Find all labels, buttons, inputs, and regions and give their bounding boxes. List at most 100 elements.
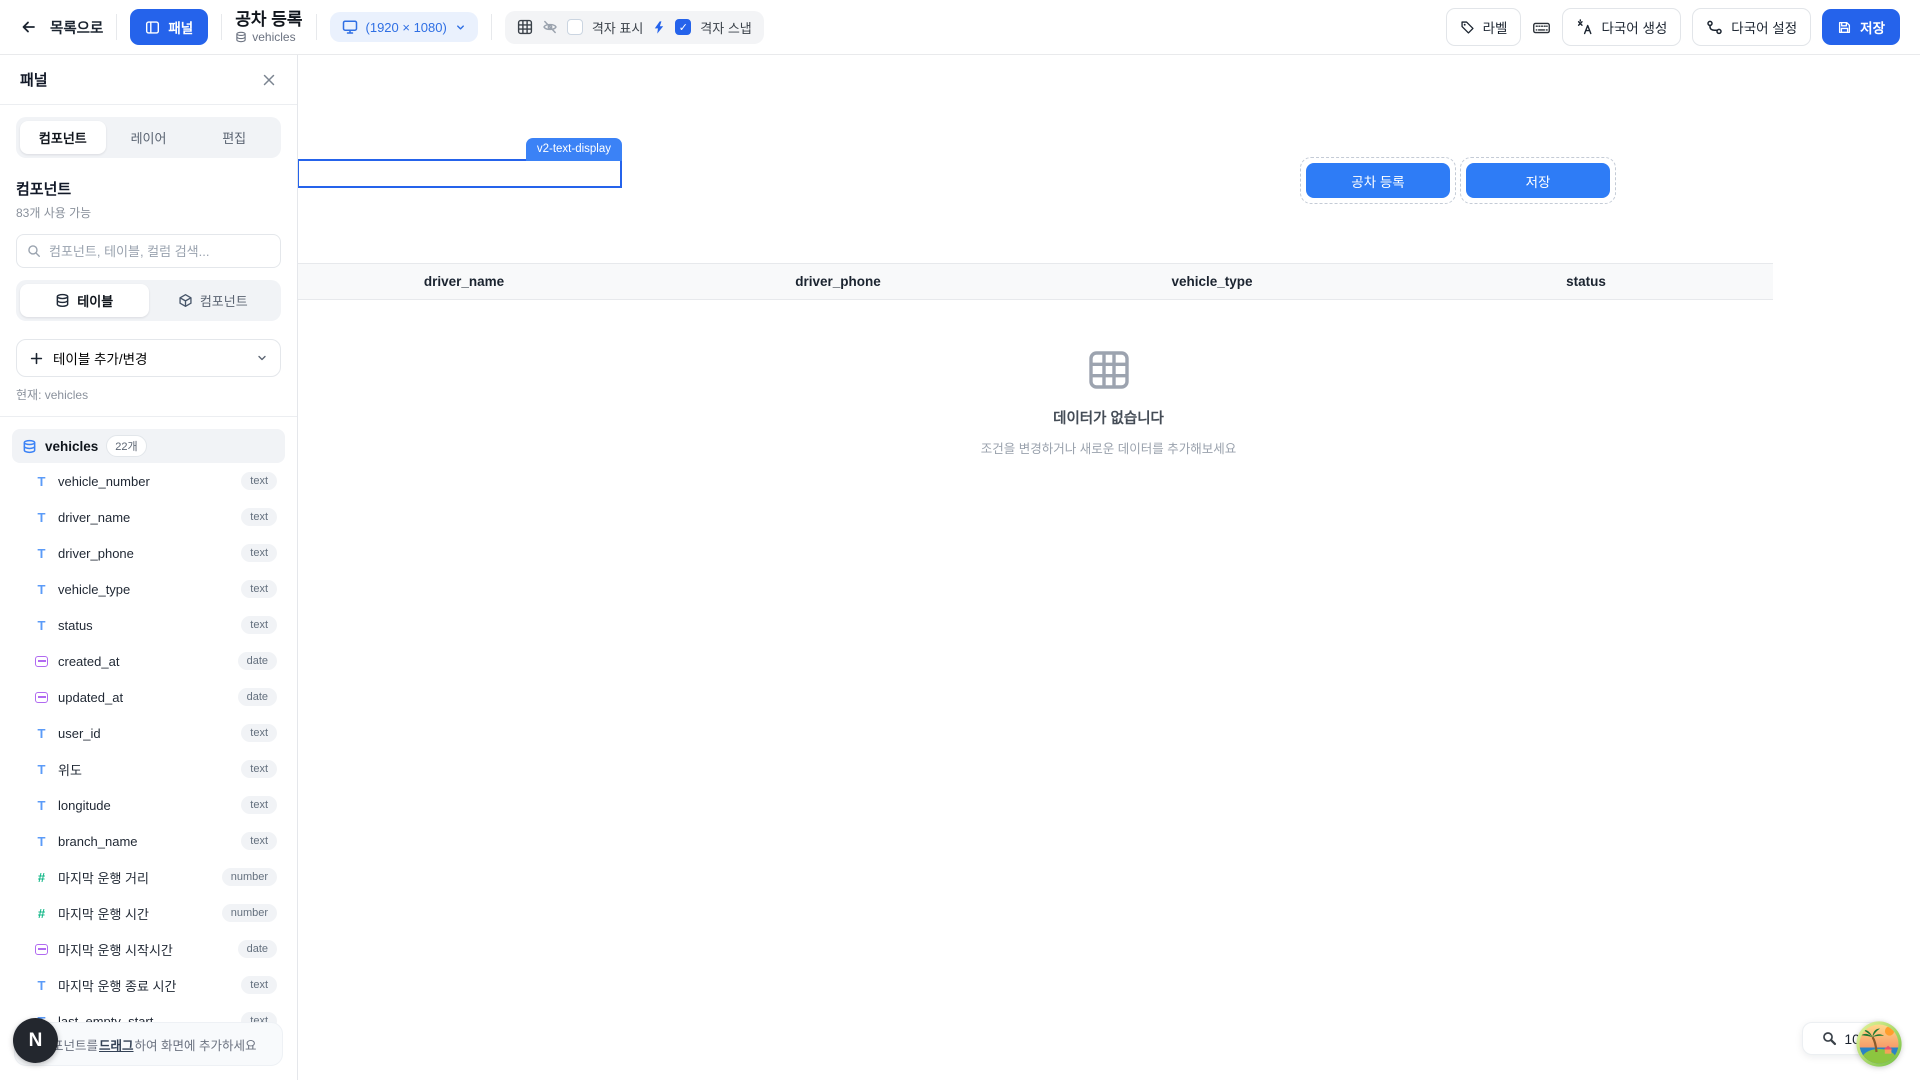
tab-edit[interactable]: 편집 (191, 121, 277, 154)
field-name: 위도 (58, 760, 82, 779)
add-change-table-button[interactable]: 테이블 추가/변경 (16, 339, 281, 377)
toggle-tables[interactable]: 테이블 (20, 284, 149, 317)
empty-state-title: 데이터가 없습니다 (1053, 407, 1164, 428)
label-button[interactable]: 라벨 (1446, 8, 1522, 46)
app-logo[interactable]: N (13, 1018, 58, 1063)
translate-icon (1576, 19, 1593, 36)
field-name: updated_at (58, 690, 123, 705)
panel-toggle-button[interactable]: 패널 (130, 9, 208, 45)
table-item-vehicles[interactable]: vehicles 22개 (12, 429, 285, 463)
field-type-icon (34, 870, 49, 885)
back-label[interactable]: 목록으로 (50, 17, 103, 38)
chevron-down-icon (256, 352, 268, 364)
grid-tools-group: 격자 표시 ✓ 격자 스냅 (505, 11, 764, 44)
grid-snap-checkbox[interactable]: ✓ (675, 19, 691, 35)
field-row[interactable]: 마지막 운행 시간 number (12, 895, 285, 931)
palm-island-sticker[interactable] (1856, 1021, 1902, 1067)
field-row[interactable]: 마지막 운행 시작시간 date (12, 931, 285, 967)
field-type-icon (34, 582, 49, 597)
save-button[interactable]: 저장 (1822, 9, 1900, 45)
canvas-button-label: 공차 등록 (1351, 171, 1404, 191)
drag-hint-bold: 드래그 (99, 1035, 134, 1054)
field-row[interactable]: driver_name text (12, 499, 285, 535)
field-row[interactable]: 마지막 운행 거리 number (12, 859, 285, 895)
database-icon (235, 31, 247, 43)
panel-tabs: 컴포넌트 레이어 편집 (16, 117, 281, 158)
panel-button-label: 패널 (168, 17, 193, 37)
field-type-badge: date (238, 688, 277, 706)
field-type-badge: number (222, 904, 277, 922)
tab-components[interactable]: 컴포넌트 (20, 121, 106, 154)
top-toolbar: 목록으로 패널 공차 등록 vehicles (1920 × 1080) (0, 0, 1920, 55)
eye-off-icon (542, 19, 558, 35)
field-name: vehicle_number (58, 474, 150, 489)
field-row[interactable]: created_at date (12, 643, 285, 679)
field-row[interactable]: branch_name text (12, 823, 285, 859)
keyboard-shortcuts-button[interactable] (1532, 19, 1551, 36)
toggle-components[interactable]: 컴포넌트 (149, 284, 278, 317)
save-icon (1837, 20, 1852, 35)
field-row[interactable]: 위도 text (12, 751, 285, 787)
close-icon (261, 72, 277, 88)
field-name: vehicle_type (58, 582, 130, 597)
close-panel-button[interactable] (261, 72, 277, 88)
source-toggle: 테이블 컴포넌트 (16, 280, 281, 321)
field-type-badge: number (222, 868, 277, 886)
page-title-block: 공차 등록 vehicles (235, 11, 302, 43)
i18n-settings-button[interactable]: 다국어 설정 (1692, 8, 1811, 46)
panel-title: 패널 (20, 69, 48, 90)
field-type-icon (34, 474, 49, 489)
database-icon (22, 439, 37, 454)
grid-show-checkbox[interactable] (567, 19, 583, 35)
field-type-badge: text (241, 976, 277, 994)
field-row[interactable]: updated_at date (12, 679, 285, 715)
divider (116, 14, 117, 40)
components-available-count: 83개 사용 가능 (16, 204, 281, 221)
field-row[interactable]: vehicle_number text (12, 463, 285, 499)
field-row[interactable]: user_id text (12, 715, 285, 751)
current-table-label: 현재: vehicles (16, 386, 281, 403)
field-type-icon (34, 726, 49, 741)
components-section-title: 컴포넌트 (16, 178, 281, 199)
field-row[interactable]: vehicle_type text (12, 571, 285, 607)
table-column-header: vehicle_type (1025, 264, 1399, 299)
field-row[interactable]: 마지막 운행 종료 시간 text (12, 967, 285, 1003)
chevron-down-icon (455, 22, 466, 33)
table-column-header: status (1399, 264, 1773, 299)
canvas-button[interactable]: 공차 등록 (1306, 163, 1450, 198)
field-type-badge: date (238, 940, 277, 958)
back-button[interactable] (20, 19, 37, 35)
split-flow-icon (1706, 19, 1723, 36)
drag-hint-text: 하여 화면에 추가하세요 (135, 1035, 257, 1054)
table-empty-state: 데이터가 없습니다 조건을 변경하거나 새로운 데이터를 추가해보세요 (297, 350, 1920, 457)
field-name: branch_name (58, 834, 138, 849)
field-type-badge: text (241, 472, 277, 490)
i18n-generate-button[interactable]: 다국어 생성 (1562, 8, 1681, 46)
divider (221, 14, 222, 40)
monitor-icon (342, 19, 358, 35)
search-input[interactable] (49, 244, 270, 259)
field-row[interactable]: driver_phone text (12, 535, 285, 571)
toggle-components-label: 컴포넌트 (200, 291, 248, 310)
field-name: 마지막 운행 종료 시간 (58, 976, 176, 995)
table-column-header: driver_phone (651, 264, 1025, 299)
field-type-badge: text (241, 580, 277, 598)
tab-layers[interactable]: 레이어 (106, 121, 192, 154)
canvas-button-label: 저장 (1526, 171, 1551, 191)
panel-icon (145, 20, 160, 35)
field-type-icon (34, 618, 49, 633)
component-search[interactable] (16, 234, 281, 268)
search-icon (27, 244, 41, 258)
field-type-icon (34, 834, 49, 849)
field-type-badge: date (238, 652, 277, 670)
magnifier-icon (1822, 1031, 1837, 1046)
table-name: vehicles (45, 439, 98, 454)
field-type-badge: text (241, 544, 277, 562)
resolution-dropdown[interactable]: (1920 × 1080) (330, 12, 478, 42)
field-name: longitude (58, 798, 111, 813)
i18n-settings-label: 다국어 설정 (1731, 17, 1797, 37)
field-row[interactable]: longitude text (12, 787, 285, 823)
field-row[interactable]: status text (12, 607, 285, 643)
selected-text-display-element[interactable]: v2-text-display (297, 159, 622, 188)
canvas-button[interactable]: 저장 (1466, 163, 1610, 198)
